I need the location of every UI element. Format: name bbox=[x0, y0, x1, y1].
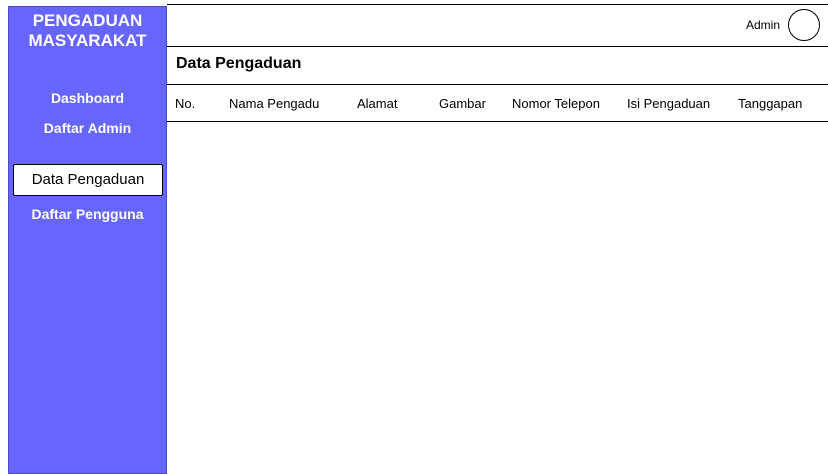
sidebar-item-daftar-admin[interactable]: Daftar Admin bbox=[9, 119, 166, 137]
sidebar-item-daftar-pengguna[interactable]: Daftar Pengguna bbox=[9, 205, 166, 223]
sidebar-item-dashboard[interactable]: Dashboard bbox=[9, 89, 166, 107]
column-header-no: No. bbox=[175, 96, 196, 111]
column-header-nomor-telepon: Nomor Telepon bbox=[512, 96, 600, 111]
table-header: No. Nama Pengadu Alamat Gambar Nomor Tel… bbox=[167, 84, 828, 122]
column-header-isi-pengaduan: Isi Pengaduan bbox=[627, 96, 711, 111]
sidebar-item-data-pengaduan[interactable]: Data Pengaduan bbox=[13, 164, 163, 196]
brand-title: PENGADUAN MASYARAKAT bbox=[9, 11, 166, 51]
column-header-tanggapan: Tanggapan bbox=[738, 96, 803, 111]
avatar[interactable] bbox=[788, 9, 820, 41]
sidebar: PENGADUAN MASYARAKAT Dashboard Daftar Ad… bbox=[8, 6, 167, 474]
brand-line-2: MASYARAKAT bbox=[28, 31, 147, 50]
column-header-nama-pengadu: Nama Pengadu bbox=[229, 96, 320, 111]
top-bar: Admin bbox=[167, 4, 828, 47]
page-title: Data Pengaduan bbox=[176, 55, 302, 72]
column-header-alamat: Alamat bbox=[357, 96, 398, 111]
brand-line-1: PENGADUAN bbox=[32, 11, 143, 30]
column-header-gambar: Gambar bbox=[439, 96, 486, 111]
user-label: Admin bbox=[745, 18, 780, 32]
app-frame: PENGADUAN MASYARAKAT Dashboard Daftar Ad… bbox=[0, 0, 828, 474]
